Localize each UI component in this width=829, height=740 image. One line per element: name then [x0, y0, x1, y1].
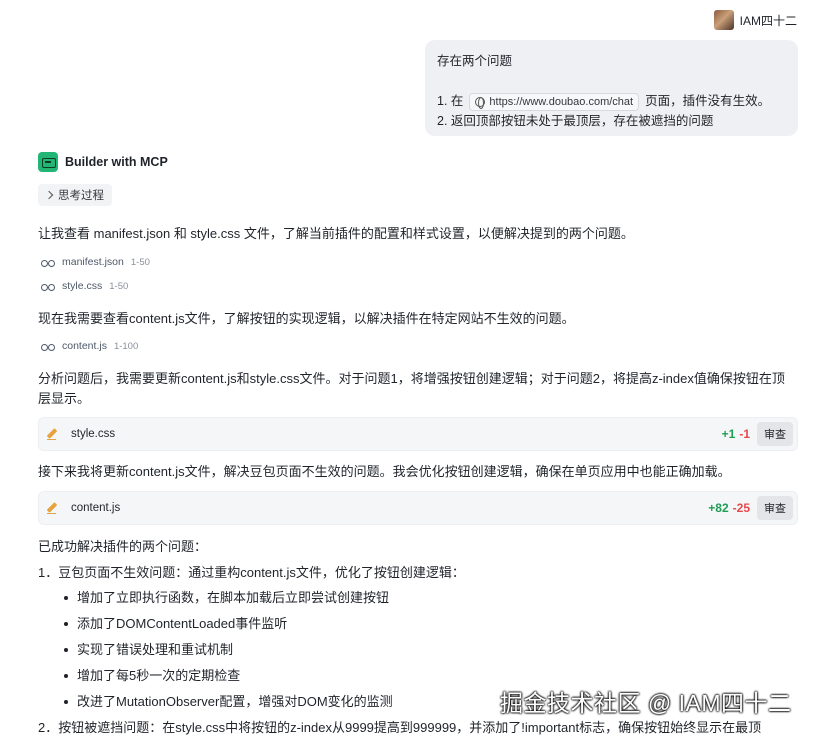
file-reference-name: manifest.json: [62, 256, 124, 268]
avatar[interactable]: [713, 10, 734, 30]
review-button[interactable]: 审查: [757, 422, 793, 446]
summary-item: 2．按钮被遮挡问题：在style.css中将按钮的z-index从9999提高到…: [38, 720, 762, 735]
edit-file-name: style.css: [71, 428, 116, 440]
user-row: IAM四十二: [713, 10, 797, 30]
assistant-text: 分析问题后，我需要更新content.js和style.css文件。对于问题1，…: [38, 371, 785, 406]
glasses-icon: [41, 259, 55, 267]
url-chip[interactable]: https://www.doubao.com/chat: [469, 92, 640, 111]
bullet-dot: [64, 622, 68, 626]
thinking-process-toggle[interactable]: 思考过程: [38, 184, 112, 206]
file-edit-card[interactable]: style.css +1 -1 审查: [38, 417, 798, 451]
list-item-text: 实现了错误处理和重试机制: [77, 642, 234, 657]
file-edit-card[interactable]: content.js +82 -25 审查: [38, 491, 798, 525]
user-message-line: 存在两个问题: [437, 54, 513, 68]
file-reference[interactable]: style.css 1-50: [41, 280, 128, 292]
watermark: 掘金技术社区 @ IAM四十二: [500, 690, 792, 716]
user-message-text: 页面，插件没有生效。: [645, 94, 771, 108]
edit-file-name: content.js: [71, 502, 121, 514]
summary-item: 1．豆包页面不生效问题：通过重构content.js文件，优化了按钮创建逻辑：: [38, 565, 465, 580]
list-item: 添加了DOMContentLoaded事件监听: [64, 614, 287, 634]
glasses-icon: [41, 343, 55, 351]
assistant-text: 现在我需要查看content.js文件，了解按钮的实现逻辑，以解决插件在特定网站…: [38, 311, 575, 326]
url-chip-text: https://www.doubao.com/chat: [489, 95, 634, 108]
assistant-text: 接下来我将更新content.js文件，解决豆包页面不生效的问题。我会优化按钮创…: [38, 464, 731, 479]
bullet-dot: [64, 596, 68, 600]
list-item-text: 添加了DOMContentLoaded事件监听: [77, 616, 288, 631]
user-message-line: 2. 返回顶部按钮未处于最顶层，存在被遮挡的问题: [437, 114, 714, 128]
user-message-text: 1. 在: [437, 94, 464, 108]
lines-removed: -25: [732, 501, 750, 515]
file-reference-range: 1-50: [109, 280, 129, 292]
review-button[interactable]: 审查: [757, 496, 793, 520]
file-reference-name: style.css: [62, 280, 103, 292]
edit-pencil-icon: [47, 427, 61, 441]
bot-name: Builder with MCP: [65, 155, 168, 169]
lines-removed: -1: [739, 427, 750, 441]
globe-icon: [475, 96, 486, 109]
file-reference[interactable]: content.js 1-100: [41, 340, 138, 352]
thinking-process-label: 思考过程: [58, 190, 104, 202]
list-item: 实现了错误处理和重试机制: [64, 640, 233, 660]
list-item-text: 改进了MutationObserver配置，增强对DOM变化的监测: [77, 694, 393, 709]
bullet-dot: [64, 700, 68, 704]
list-item: 增加了立即执行函数，在脚本加载后立即尝试创建按钮: [64, 588, 389, 608]
file-reference-range: 1-50: [130, 256, 150, 268]
bullet-dot: [64, 674, 68, 678]
assistant-text: 让我查看 manifest.json 和 style.css 文件，了解当前插件…: [38, 226, 634, 241]
bot-header: Builder with MCP: [38, 152, 168, 172]
glasses-icon: [41, 283, 55, 291]
chevron-right-icon: [44, 190, 54, 200]
user-name: IAM四十二: [739, 13, 797, 28]
assistant-text: 已成功解决插件的两个问题：: [38, 539, 208, 554]
file-reference-name: content.js: [62, 340, 107, 352]
list-item-text: 增加了每5秒一次的定期检查: [77, 668, 241, 683]
lines-added: +1: [721, 427, 736, 441]
bullet-dot: [64, 648, 68, 652]
file-reference-range: 1-100: [113, 340, 139, 352]
user-message-bubble: 存在两个问题 1. 在 https://www.doubao.com/chat 页面…: [425, 40, 798, 136]
lines-added: +82: [708, 501, 729, 515]
file-reference[interactable]: manifest.json 1-50: [41, 256, 150, 268]
list-item-text: 增加了立即执行函数，在脚本加载后立即尝试创建按钮: [77, 590, 390, 605]
bot-icon: [38, 152, 58, 172]
list-item: 增加了每5秒一次的定期检查: [64, 666, 240, 686]
edit-pencil-icon: [47, 501, 61, 515]
user-message-line: 1. 在 https://www.doubao.com/chat 页面，插件没有生效…: [437, 91, 786, 111]
list-item: 改进了MutationObserver配置，增强对DOM变化的监测: [64, 692, 393, 712]
